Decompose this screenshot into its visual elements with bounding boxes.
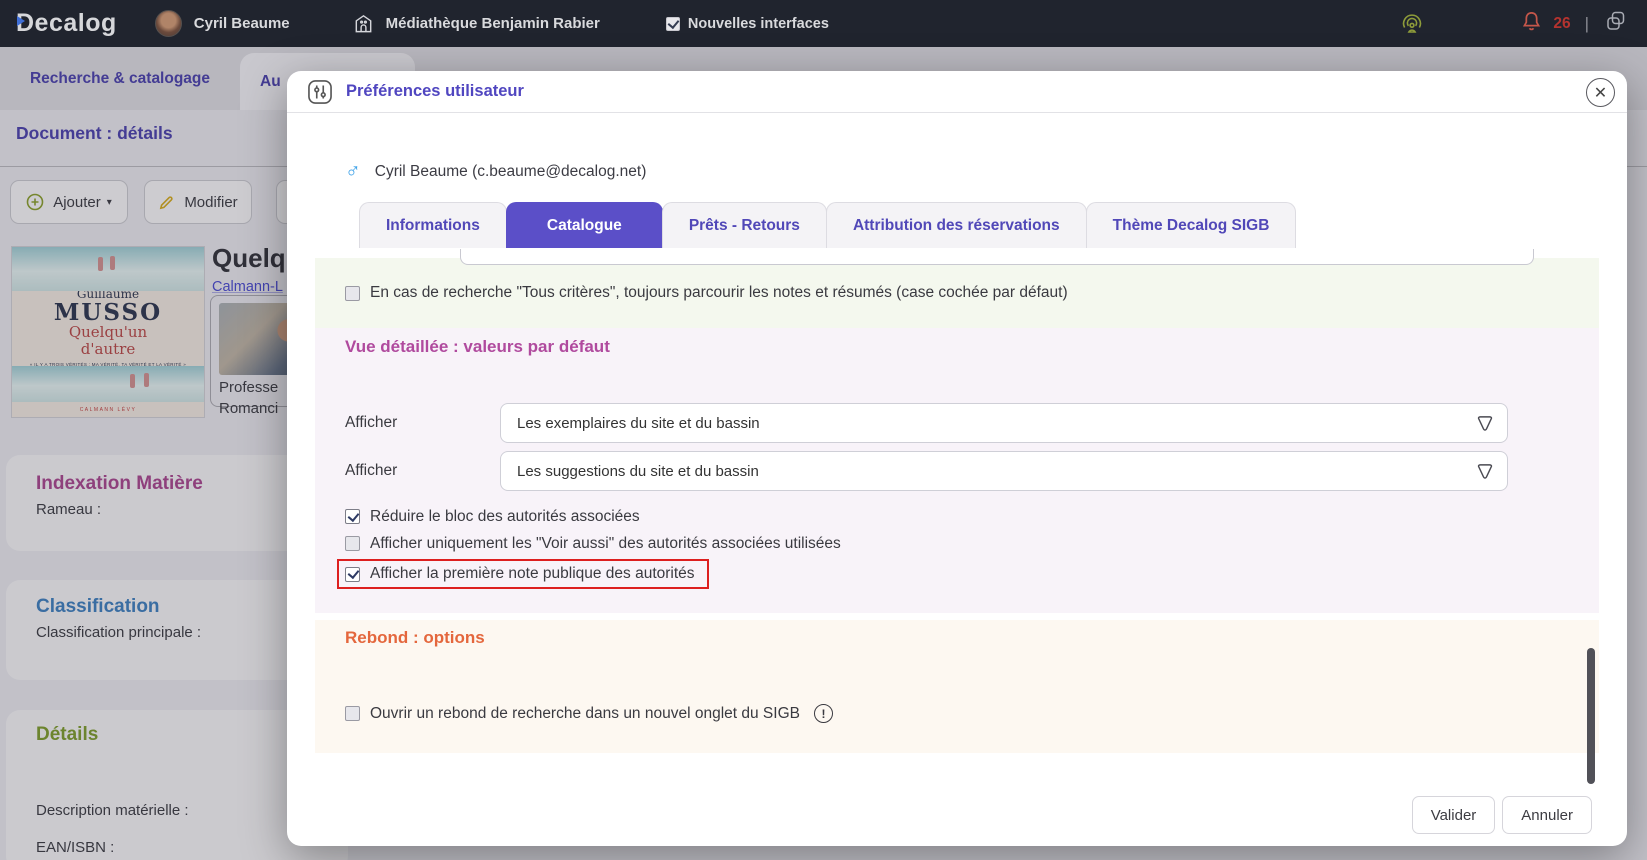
preferences-modal: Préférences utilisateur ✕ ♂ Cyril Beaume…	[287, 71, 1627, 846]
male-gender-icon: ♂	[345, 160, 361, 183]
validate-button[interactable]: Valider	[1411, 796, 1496, 834]
checkbox-label: Réduire le bloc des autorités associées	[370, 507, 640, 525]
notification-count[interactable]: 26	[1553, 15, 1570, 33]
modal-tab-bar: Informations Catalogue Prêts - Retours A…	[359, 202, 1627, 248]
reduce-authorities-checkbox[interactable]	[345, 509, 360, 524]
new-interfaces-label: Nouvelles interfaces	[687, 15, 829, 32]
new-interfaces-checkbox[interactable]	[665, 16, 680, 31]
modal-header: Préférences utilisateur ✕	[287, 71, 1627, 113]
rebond-title: Rebond : options	[345, 628, 485, 647]
top-header: Decalog Cyril Beaume Médiathèque Benjami…	[0, 0, 1647, 47]
search-notes-checkbox[interactable]	[345, 285, 360, 301]
cancel-button[interactable]: Annuler	[1502, 796, 1592, 834]
header-library-name[interactable]: Médiathèque Benjamin Rabier	[386, 15, 600, 32]
display-select-row-2: Afficher Les suggestions du site et du b…	[315, 451, 1599, 491]
decalog-logo-text: Decalog	[16, 9, 117, 37]
rebond-section: Rebond : options Ouvrir un rebond de rec…	[315, 620, 1599, 753]
checkbox-label: Ouvrir un rebond de recherche dans un no…	[370, 704, 800, 722]
duplicate-windows-icon[interactable]	[1605, 10, 1627, 37]
modal-user-line: Cyril Beaume (c.beaume@decalog.net)	[374, 162, 647, 180]
display-select-2[interactable]: Les suggestions du site et du bassin	[500, 451, 1508, 491]
modal-content: En cas de recherche "Tous critères", tou…	[315, 249, 1599, 753]
sliders-icon	[308, 79, 332, 104]
voir-aussi-option: Afficher uniquement les "Voir aussi" des…	[315, 530, 1599, 557]
display-select-1[interactable]: Les exemplaires du site et du bassin	[500, 403, 1508, 443]
new-interfaces-toggle[interactable]: Nouvelles interfaces	[665, 15, 829, 32]
tab-prets-retours[interactable]: Prêts - Retours	[661, 202, 827, 248]
tab-theme-decalog-sigb[interactable]: Thème Decalog SIGB	[1085, 202, 1297, 248]
user-avatar[interactable]	[154, 10, 182, 37]
first-public-note-checkbox[interactable]	[345, 566, 360, 582]
modal-title: Préférences utilisateur	[346, 82, 524, 100]
modal-scrollbar-thumb[interactable]	[1587, 648, 1595, 784]
exclamation-info-icon[interactable]: !	[813, 704, 833, 723]
checkbox-label: Afficher la première note publique des a…	[370, 565, 695, 582]
broadcast-icon[interactable]	[1400, 12, 1424, 36]
select-label: Afficher	[345, 414, 398, 431]
detailed-view-title: Vue détaillée : valeurs par défaut	[345, 337, 610, 356]
decalog-logo[interactable]: Decalog	[16, 9, 117, 38]
tab-informations[interactable]: Informations	[359, 202, 507, 248]
checkbox-label: Afficher uniquement les "Voir aussi" des…	[370, 534, 841, 552]
scrolled-text-input[interactable]	[460, 249, 1534, 265]
display-select-row-1: Afficher Les exemplaires du site et du b…	[315, 403, 1599, 443]
decalog-logo-triangle-icon	[17, 16, 25, 26]
bell-icon[interactable]	[1520, 10, 1543, 38]
tab-catalogue[interactable]: Catalogue	[505, 202, 663, 248]
rebond-new-tab-checkbox[interactable]	[345, 706, 360, 721]
select-label: Afficher	[345, 462, 398, 479]
select-value: Les suggestions du site et du bassin	[517, 462, 759, 480]
search-notes-label: En cas de recherche "Tous critères", tou…	[370, 284, 1068, 301]
close-icon[interactable]: ✕	[1586, 78, 1615, 107]
modal-footer: Valider Annuler	[1411, 796, 1592, 834]
voir-aussi-checkbox[interactable]	[345, 536, 360, 551]
header-divider: |	[1584, 13, 1589, 33]
detailed-view-section: Vue détaillée : valeurs par défaut Affic…	[315, 328, 1599, 613]
tab-attribution-reservations[interactable]: Attribution des réservations	[825, 202, 1087, 248]
library-building-icon	[352, 12, 375, 35]
search-options-section: En cas de recherche "Tous critères", tou…	[315, 249, 1599, 328]
header-user-name[interactable]: Cyril Beaume	[194, 15, 290, 32]
screen: Decalog Cyril Beaume Médiathèque Benjami…	[0, 0, 1647, 860]
rebond-new-tab-option: Ouvrir un rebond de recherche dans un no…	[315, 704, 1599, 723]
modal-user-row: ♂ Cyril Beaume (c.beaume@decalog.net)	[345, 161, 1627, 182]
dropdown-arrow-icon	[1476, 464, 1494, 484]
first-public-note-option-highlighted: Afficher la première note publique des a…	[337, 559, 709, 589]
dropdown-arrow-icon	[1476, 416, 1494, 436]
select-value: Les exemplaires du site et du bassin	[517, 414, 760, 432]
reduce-authorities-option: Réduire le bloc des autorités associées	[315, 503, 1599, 530]
